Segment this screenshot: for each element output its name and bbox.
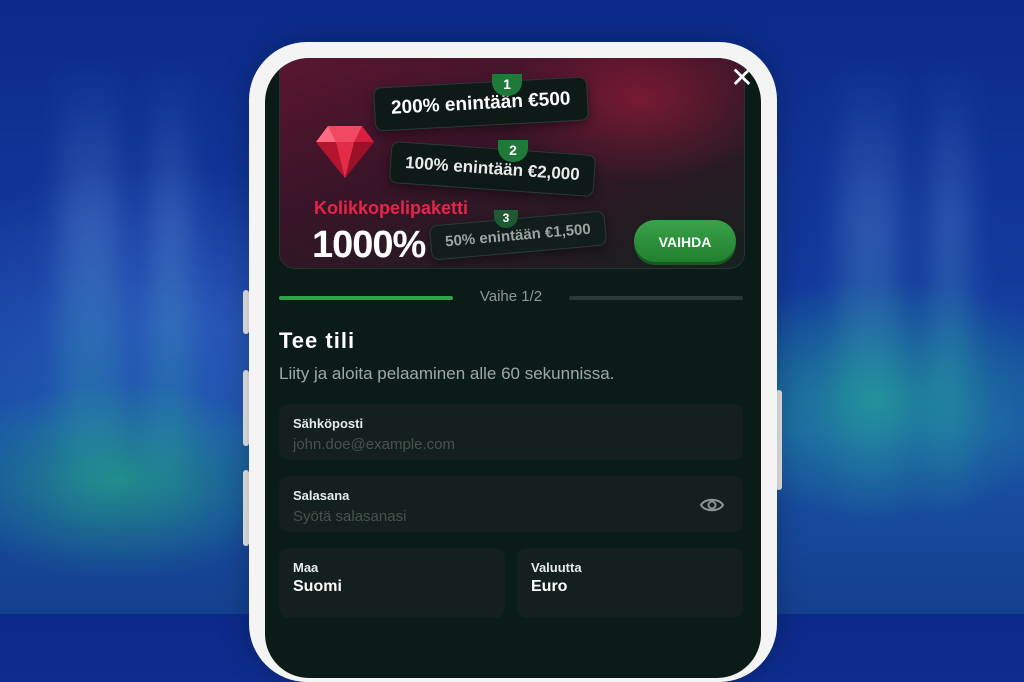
- bonus-tier-label: 50% enintään €1,500: [444, 220, 592, 251]
- bonus-tier-2: 100% enintään €2,000: [388, 140, 597, 198]
- bonus-tier-label: 100% enintään €2,000: [404, 152, 581, 185]
- phone-frame: ✕ 200% enintään €500 1 100% enintään €2,…: [249, 42, 777, 682]
- page-subtitle: Liity ja aloita pelaaminen alle 60 sekun…: [279, 364, 615, 383]
- package-name: Kolikkopelipaketti: [314, 198, 469, 218]
- bonus-offer-card: ✕ 200% enintään €500 1 100% enintään €2,…: [279, 58, 754, 269]
- email-label: Sähköposti: [293, 416, 364, 431]
- close-icon[interactable]: ✕: [728, 64, 756, 92]
- step-label: Vaihe 1/2: [479, 288, 543, 305]
- eye-icon[interactable]: [699, 494, 725, 516]
- package-percent: 1000%: [312, 224, 426, 266]
- password-label: Salasana: [293, 488, 350, 503]
- ruby-gem-icon: [316, 126, 374, 178]
- currency-value: Euro: [531, 578, 568, 595]
- country-select[interactable]: Maa Suomi: [279, 548, 505, 618]
- country-value: Suomi: [293, 578, 342, 595]
- currency-label: Valuutta: [531, 560, 582, 575]
- bonus-tier-label: 200% enintään €500: [390, 88, 571, 119]
- phone-screen: ✕ 200% enintään €500 1 100% enintään €2,…: [265, 58, 761, 678]
- page-title: Tee tili: [279, 328, 356, 353]
- change-offer-button[interactable]: VAIHDA: [634, 220, 736, 262]
- password-field[interactable]: Salasana Syötä salasanasi: [279, 476, 743, 532]
- currency-select[interactable]: Valuutta Euro: [517, 548, 743, 618]
- password-placeholder: Syötä salasanasi: [293, 508, 407, 525]
- email-field[interactable]: Sähköposti john.doe@example.com: [279, 404, 743, 460]
- email-placeholder: john.doe@example.com: [293, 436, 455, 453]
- progress-remaining: [569, 296, 743, 300]
- bonus-tier-1: 200% enintään €500: [372, 76, 589, 132]
- progress-completed: [279, 296, 453, 300]
- country-label: Maa: [293, 560, 319, 575]
